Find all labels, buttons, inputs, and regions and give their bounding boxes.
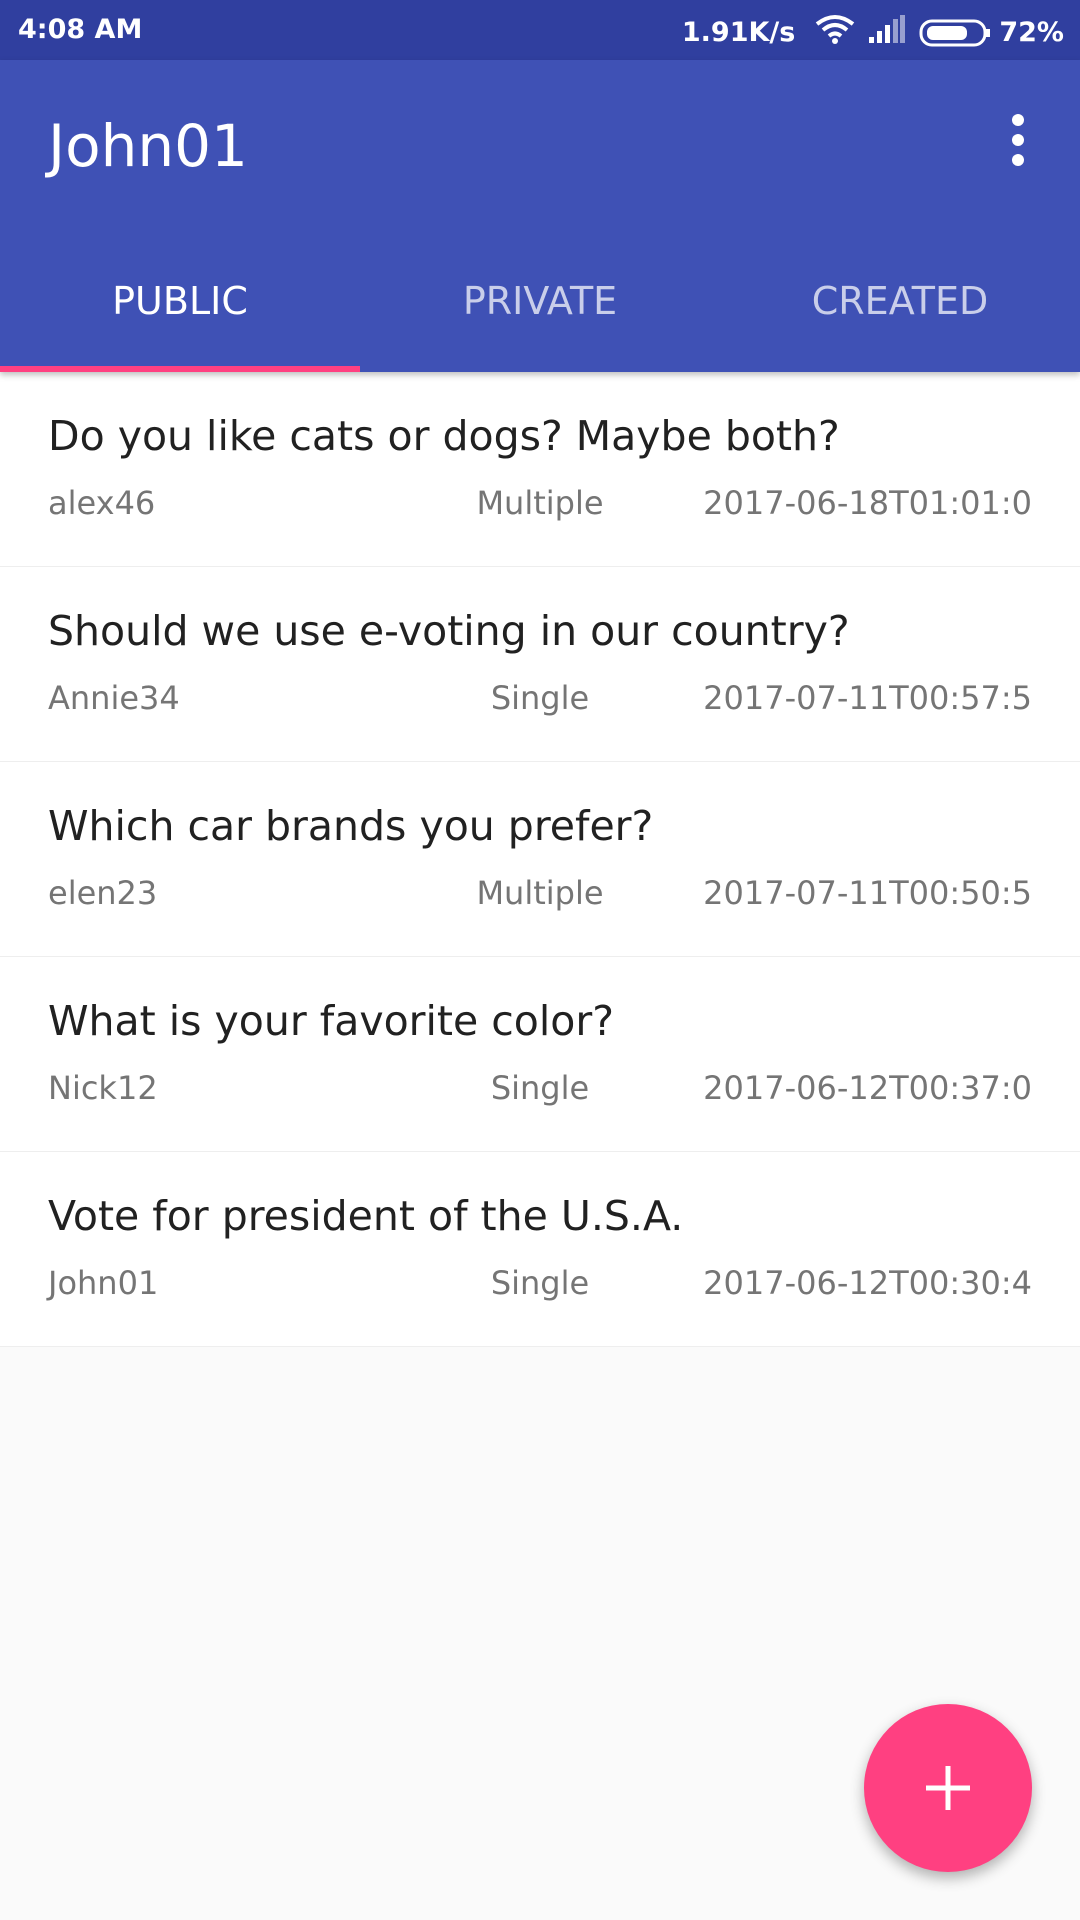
tab-created[interactable]: CREATED xyxy=(720,240,1080,372)
list-item[interactable]: What is your favorite color? Nick12 Sing… xyxy=(0,957,1080,1152)
tab-label: CREATED xyxy=(811,279,989,323)
poll-type: Single xyxy=(490,1069,590,1107)
poll-date: 2017-07-11T00:50:5 xyxy=(703,874,1032,912)
add-poll-button[interactable] xyxy=(864,1704,1032,1872)
app-bar: John01 PUBLIC PRIVATE CREATED xyxy=(0,60,1080,372)
list-item[interactable]: Which car brands you prefer? elen23 Mult… xyxy=(0,762,1080,957)
signal-icon xyxy=(869,15,906,50)
poll-question: Vote for president of the U.S.A. xyxy=(48,1192,684,1240)
app-screen: 4:08 AM 1.91K/s 72% John01 PUBLIC PRIVAT… xyxy=(0,0,1080,1920)
poll-question: What is your favorite color? xyxy=(48,997,614,1045)
battery-indicator: 72% xyxy=(919,17,1064,48)
poll-date: 2017-07-11T00:57:5 xyxy=(703,679,1032,717)
poll-type: Multiple xyxy=(476,874,604,912)
list-item[interactable]: Vote for president of the U.S.A. John01 … xyxy=(0,1152,1080,1347)
poll-type: Single xyxy=(490,1264,590,1302)
tab-public[interactable]: PUBLIC xyxy=(0,240,360,372)
poll-date: 2017-06-12T00:30:4 xyxy=(703,1264,1032,1302)
network-speed: 1.91K/s xyxy=(681,17,796,48)
status-time: 4:08 AM xyxy=(18,14,143,45)
poll-author: elen23 xyxy=(48,874,158,912)
battery-percent: 72% xyxy=(999,17,1064,48)
poll-author: alex46 xyxy=(48,484,156,522)
poll-list: Do you like cats or dogs? Maybe both? al… xyxy=(0,372,1080,1347)
poll-date: 2017-06-18T01:01:0 xyxy=(703,484,1032,522)
tab-label: PUBLIC xyxy=(112,279,248,323)
more-vert-icon xyxy=(1012,114,1024,166)
add-icon xyxy=(926,1766,970,1810)
wifi-icon xyxy=(815,14,855,51)
poll-author: Nick12 xyxy=(48,1069,158,1107)
list-item[interactable]: Should we use e-voting in our country? A… xyxy=(0,567,1080,762)
poll-question: Which car brands you prefer? xyxy=(48,802,654,850)
app-title: John01 xyxy=(48,112,248,180)
poll-type: Single xyxy=(490,679,590,717)
status-indicators: 1.91K/s 72% xyxy=(682,14,1064,51)
tab-private[interactable]: PRIVATE xyxy=(360,240,720,372)
poll-date: 2017-06-12T00:37:0 xyxy=(703,1069,1032,1107)
tab-bar: PUBLIC PRIVATE CREATED xyxy=(0,240,1080,372)
tab-indicator xyxy=(0,366,360,372)
poll-author: Annie34 xyxy=(48,679,180,717)
poll-type: Multiple xyxy=(476,484,604,522)
poll-author: John01 xyxy=(48,1264,159,1302)
tab-label: PRIVATE xyxy=(462,279,618,323)
poll-question: Should we use e-voting in our country? xyxy=(48,607,850,655)
list-item[interactable]: Do you like cats or dogs? Maybe both? al… xyxy=(0,372,1080,567)
status-bar: 4:08 AM 1.91K/s 72% xyxy=(0,0,1080,60)
battery-icon xyxy=(919,19,991,46)
overflow-menu-button[interactable] xyxy=(986,108,1050,172)
poll-question: Do you like cats or dogs? Maybe both? xyxy=(48,412,840,460)
